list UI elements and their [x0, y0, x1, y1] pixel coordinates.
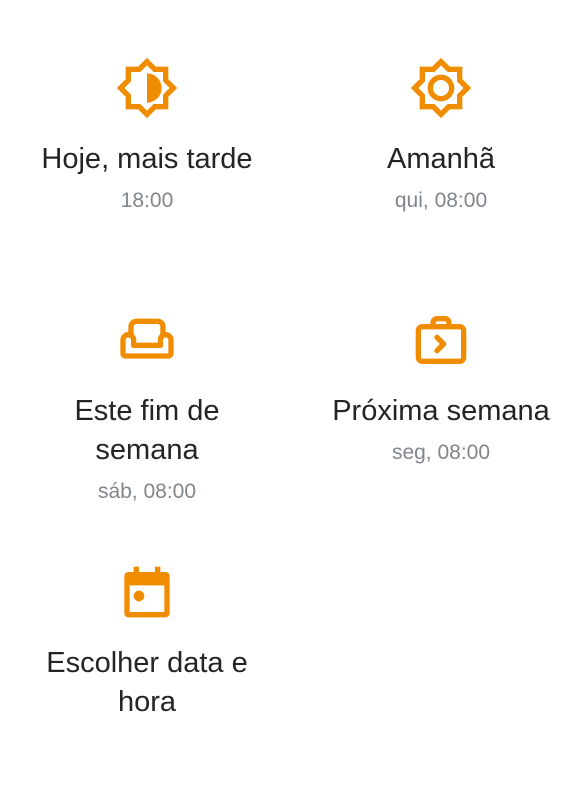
option-label: Hoje, mais tarde: [41, 143, 253, 175]
option-time: sáb, 08:00: [97, 480, 197, 503]
weekend-couch-icon: [115, 308, 179, 372]
option-time: seg, 08:00: [391, 441, 491, 464]
calendar-icon: [115, 560, 179, 624]
option-time: qui, 08:00: [394, 189, 488, 212]
brightness-half-icon: [115, 56, 179, 120]
option-label: Próxima semana: [332, 395, 550, 427]
snooze-tomorrow-option[interactable]: Amanhã qui, 08:00: [294, 56, 588, 215]
snooze-next-week-option[interactable]: Próxima semana seg, 08:00: [294, 308, 588, 467]
option-time: 18:00: [120, 189, 174, 212]
option-label: Este fim de semana: [74, 395, 220, 466]
pick-date-time-option[interactable]: Escolher data e hora: [0, 560, 294, 722]
brightness-icon: [409, 56, 473, 120]
option-label: Amanhã: [386, 143, 495, 175]
next-week-briefcase-icon: [409, 308, 473, 372]
snooze-this-weekend-option[interactable]: Este fim de semana sáb, 08:00: [0, 308, 294, 506]
snooze-later-today-option[interactable]: Hoje, mais tarde 18:00: [0, 56, 294, 215]
option-label: Escolher data e hora: [46, 647, 248, 718]
